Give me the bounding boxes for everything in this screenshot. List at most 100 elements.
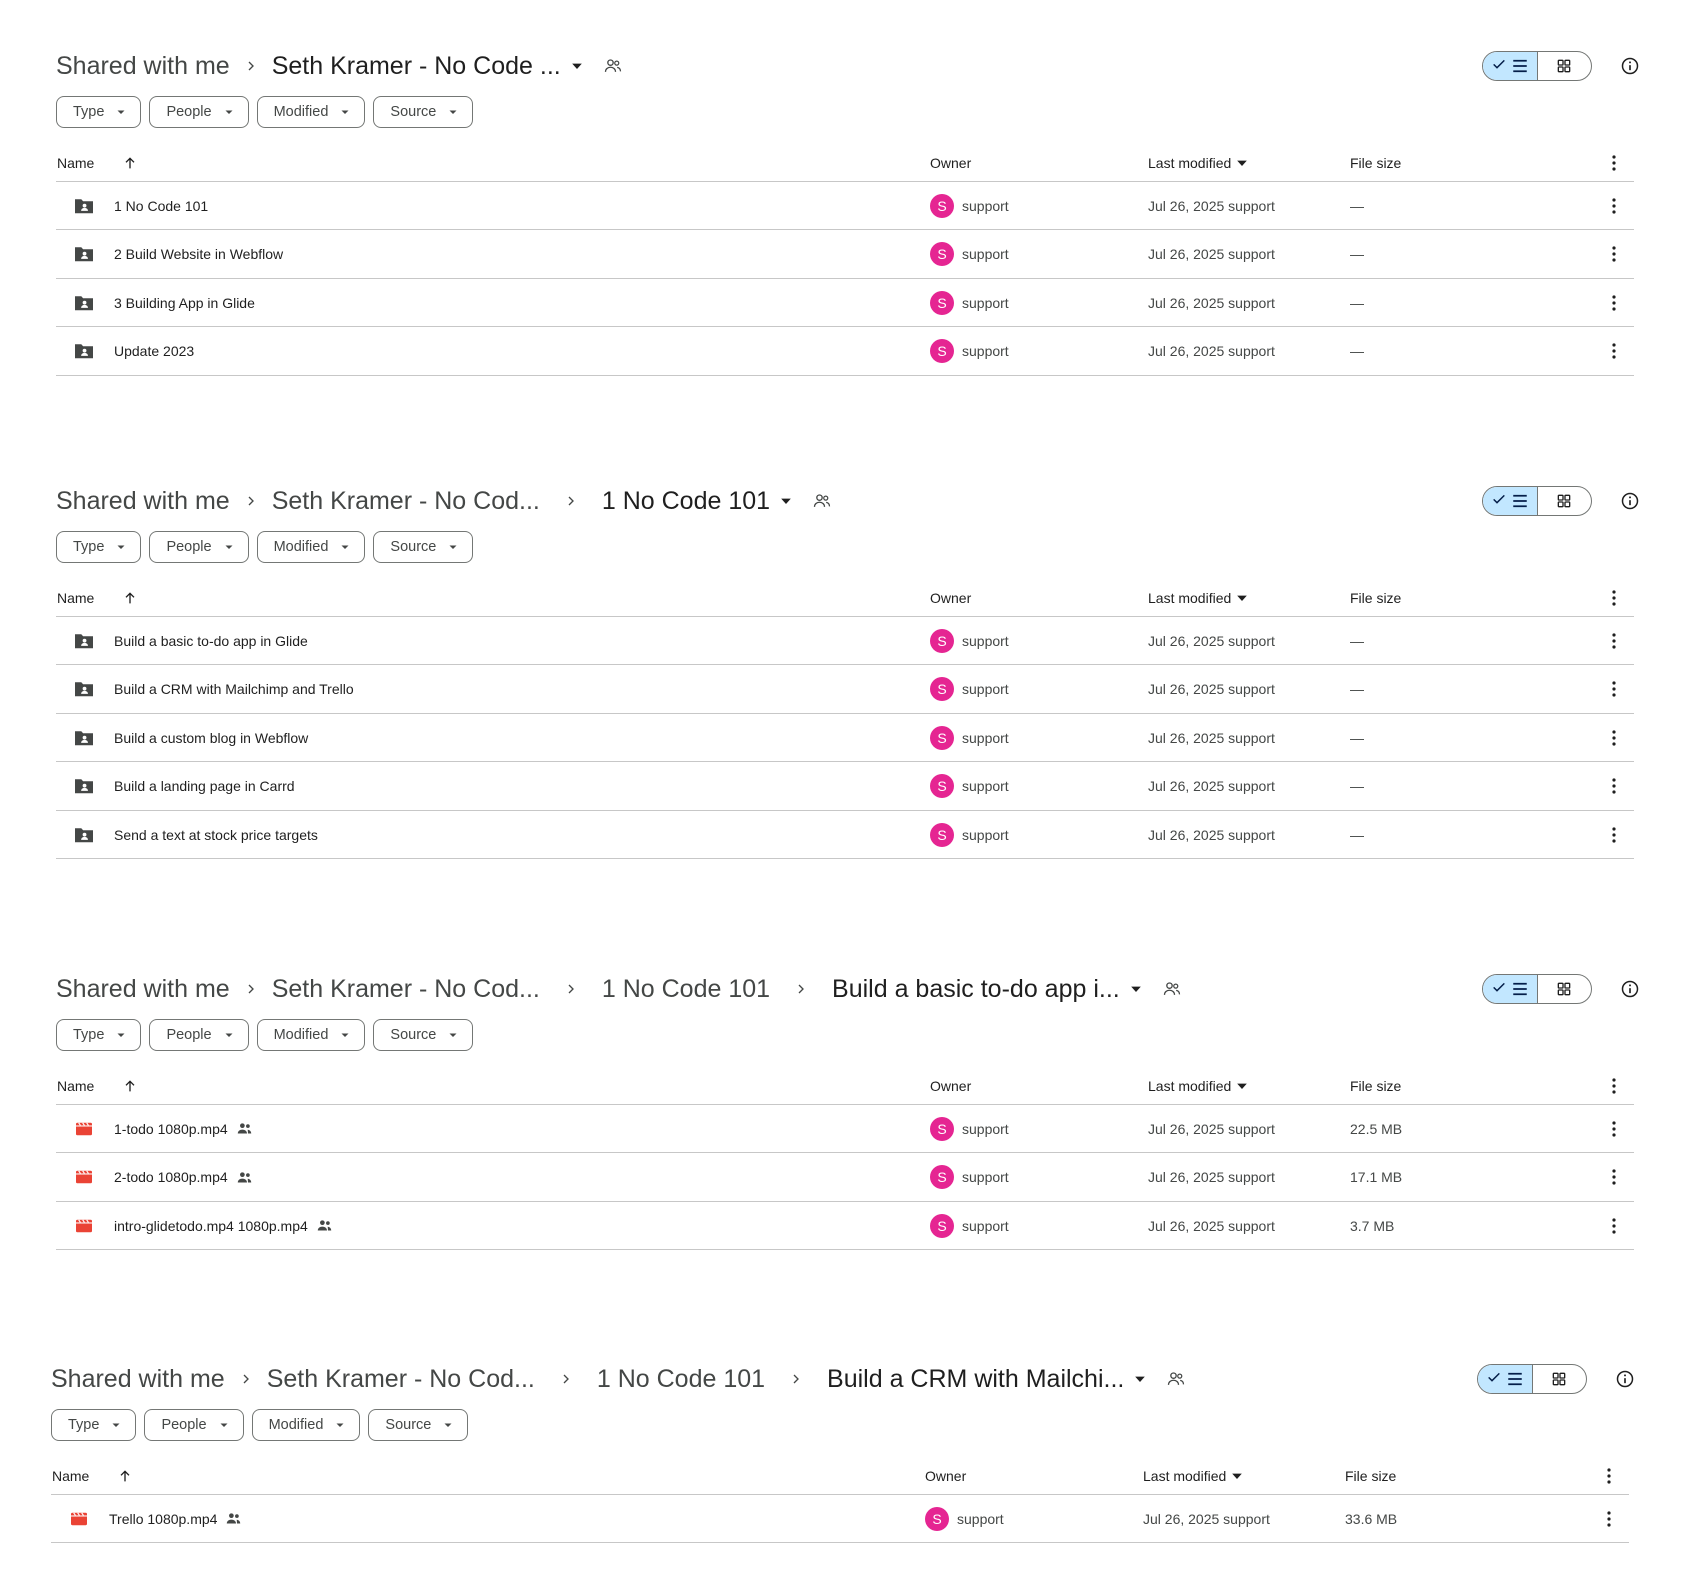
grid-view-button[interactable]	[1538, 52, 1592, 80]
filter-chip-source[interactable]: Source	[373, 1019, 474, 1051]
breadcrumb-item[interactable]: 1 No Code 101	[597, 1365, 765, 1394]
column-header-name[interactable]: Name	[57, 144, 138, 181]
more-options-icon[interactable]	[1597, 1457, 1621, 1494]
more-options-icon[interactable]	[1602, 231, 1626, 278]
column-header-last-modified[interactable]: Last modified	[1148, 144, 1248, 181]
file-name[interactable]: Update 2023	[114, 343, 194, 359]
folder-menu-caret-icon[interactable]	[780, 495, 792, 507]
breadcrumb-current-folder[interactable]: Build a basic to-do app i...	[832, 975, 1120, 1004]
list-view-button[interactable]	[1483, 487, 1538, 515]
column-header-name[interactable]: Name	[52, 1457, 133, 1494]
info-icon[interactable]	[1618, 977, 1642, 1001]
file-name[interactable]: intro-glidetodo.mp4 1080p.mp4	[114, 1218, 308, 1234]
more-options-icon[interactable]	[1602, 1105, 1626, 1152]
filter-chip-people[interactable]: People	[149, 1019, 249, 1051]
table-row[interactable]: Build a landing page in Carrd Ssupport Jul…	[56, 763, 1634, 811]
file-name[interactable]: Build a custom blog in Webflow	[114, 730, 308, 746]
file-name[interactable]: Build a landing page in Carrd	[114, 778, 295, 794]
more-options-icon[interactable]	[1602, 328, 1626, 375]
breadcrumb-current-folder[interactable]: 1 No Code 101	[602, 487, 770, 516]
table-row[interactable]: Build a custom blog in Webflow Ssupport Ju…	[56, 714, 1634, 762]
more-options-icon[interactable]	[1602, 579, 1626, 616]
list-view-button[interactable]	[1483, 52, 1538, 80]
file-name[interactable]: 2-todo 1080p.mp4	[114, 1169, 228, 1185]
more-options-icon[interactable]	[1602, 279, 1626, 326]
filter-chip-modified[interactable]: Modified	[256, 96, 366, 128]
breadcrumb-current-folder[interactable]: Seth Kramer - No Code ...	[272, 52, 561, 81]
file-name[interactable]: Build a CRM with Mailchimp and Trello	[114, 681, 354, 697]
more-options-icon[interactable]	[1602, 144, 1626, 181]
table-row[interactable]: Trello 1080p.mp4 Ssupport Jul 26, 2025 sup…	[51, 1495, 1629, 1543]
breadcrumb-item[interactable]: Shared with me	[56, 52, 230, 81]
column-header-name[interactable]: Name	[57, 1067, 138, 1104]
info-icon[interactable]	[1618, 489, 1642, 513]
more-options-icon[interactable]	[1602, 1067, 1626, 1104]
column-header-last-modified[interactable]: Last modified	[1148, 579, 1248, 616]
more-options-icon[interactable]	[1602, 666, 1626, 713]
grid-view-button[interactable]	[1533, 1365, 1587, 1393]
more-options-icon[interactable]	[1602, 714, 1626, 761]
breadcrumb-item[interactable]: Shared with me	[56, 975, 230, 1004]
more-options-icon[interactable]	[1602, 182, 1626, 229]
table-row[interactable]: 1 No Code 101 Ssupport Jul 26, 2025 suppor…	[56, 182, 1634, 230]
column-header-name[interactable]: Name	[57, 579, 138, 616]
info-icon[interactable]	[1618, 54, 1642, 78]
table-row[interactable]: 2-todo 1080p.mp4 Ssupport Jul 26, 2025 sup…	[56, 1154, 1634, 1202]
filter-chip-modified[interactable]: Modified	[251, 1409, 361, 1441]
filter-chip-source[interactable]: Source	[373, 96, 474, 128]
table-row[interactable]: Update 2023 Ssupport Jul 26, 2025 support —	[56, 328, 1634, 376]
sort-arrow-up-icon[interactable]	[122, 590, 138, 606]
breadcrumb-item[interactable]: 1 No Code 101	[602, 975, 770, 1004]
file-name[interactable]: Send a text at stock price targets	[114, 827, 318, 843]
filter-chip-people[interactable]: People	[144, 1409, 244, 1441]
more-options-icon[interactable]	[1597, 1495, 1621, 1542]
grid-view-button[interactable]	[1538, 487, 1592, 515]
filter-chip-type[interactable]: Type	[56, 96, 142, 128]
filter-chip-source[interactable]: Source	[368, 1409, 469, 1441]
table-row[interactable]: 3 Building App in Glide Ssupport Jul 26, 2…	[56, 279, 1634, 327]
file-name[interactable]: Trello 1080p.mp4	[109, 1511, 217, 1527]
more-options-icon[interactable]	[1602, 763, 1626, 810]
sort-arrow-up-icon[interactable]	[117, 1468, 133, 1484]
breadcrumb-current-folder[interactable]: Build a CRM with Mailchi...	[827, 1365, 1124, 1394]
more-options-icon[interactable]	[1602, 617, 1626, 664]
folder-menu-caret-icon[interactable]	[1134, 1373, 1146, 1385]
file-name[interactable]: 3 Building App in Glide	[114, 295, 255, 311]
sort-arrow-up-icon[interactable]	[122, 1078, 138, 1094]
table-row[interactable]: 2 Build Website in Webflow Ssupport Jul 26…	[56, 231, 1634, 279]
column-header-last-modified[interactable]: Last modified	[1143, 1457, 1243, 1494]
more-options-icon[interactable]	[1602, 1154, 1626, 1201]
filter-chip-people[interactable]: People	[149, 96, 249, 128]
filter-chip-modified[interactable]: Modified	[256, 1019, 366, 1051]
breadcrumb-item[interactable]: Shared with me	[51, 1365, 225, 1394]
breadcrumb-item[interactable]: Shared with me	[56, 487, 230, 516]
folder-menu-caret-icon[interactable]	[1130, 983, 1142, 995]
filter-chip-people[interactable]: People	[149, 531, 249, 563]
sort-arrow-up-icon[interactable]	[122, 155, 138, 171]
breadcrumb-item[interactable]: Seth Kramer - No Cod...	[272, 487, 540, 516]
table-row[interactable]: Build a CRM with Mailchimp and Trello Ssu…	[56, 666, 1634, 714]
list-view-button[interactable]	[1483, 975, 1538, 1003]
table-row[interactable]: intro-glidetodo.mp4 1080p.mp4 Ssupport Jul…	[56, 1202, 1634, 1250]
filter-chip-type[interactable]: Type	[56, 1019, 142, 1051]
breadcrumb-item[interactable]: Seth Kramer - No Cod...	[267, 1365, 535, 1394]
table-row[interactable]: 1-todo 1080p.mp4 Ssupport Jul 26, 2025 sup…	[56, 1105, 1634, 1153]
breadcrumb-item[interactable]: Seth Kramer - No Cod...	[272, 975, 540, 1004]
more-options-icon[interactable]	[1602, 1202, 1626, 1249]
filter-chip-type[interactable]: Type	[56, 531, 142, 563]
table-row[interactable]: Send a text at stock price targets Ssuppo…	[56, 811, 1634, 859]
file-name[interactable]: 1 No Code 101	[114, 198, 208, 214]
file-name[interactable]: 1-todo 1080p.mp4	[114, 1121, 228, 1137]
more-options-icon[interactable]	[1602, 811, 1626, 858]
filter-chip-source[interactable]: Source	[373, 531, 474, 563]
table-row[interactable]: Build a basic to-do app in Glide Ssupport…	[56, 617, 1634, 665]
column-header-last-modified[interactable]: Last modified	[1148, 1067, 1248, 1104]
folder-menu-caret-icon[interactable]	[571, 60, 583, 72]
info-icon[interactable]	[1613, 1367, 1637, 1391]
grid-view-button[interactable]	[1538, 975, 1592, 1003]
filter-chip-type[interactable]: Type	[51, 1409, 137, 1441]
file-name[interactable]: 2 Build Website in Webflow	[114, 246, 283, 262]
file-name[interactable]: Build a basic to-do app in Glide	[114, 633, 308, 649]
filter-chip-modified[interactable]: Modified	[256, 531, 366, 563]
list-view-button[interactable]	[1478, 1365, 1533, 1393]
